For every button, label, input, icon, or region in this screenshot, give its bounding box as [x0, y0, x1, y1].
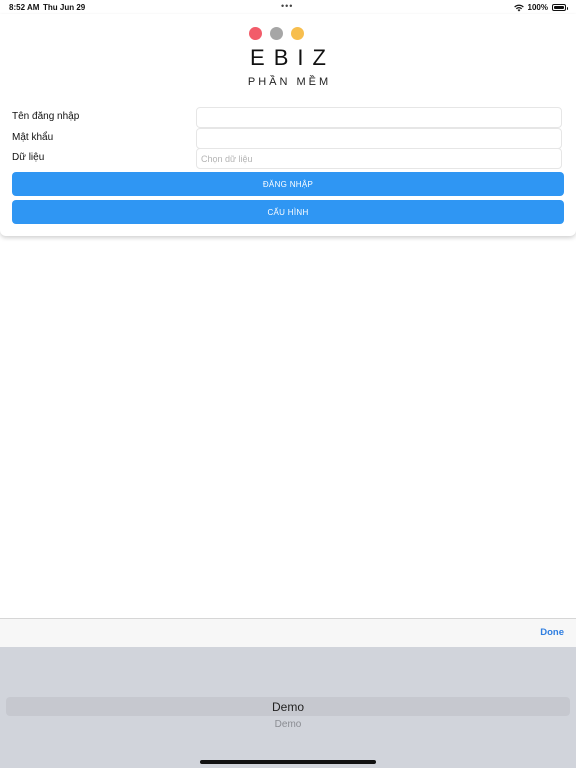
logo-subtitle: PHẦN MỀM [247, 76, 332, 88]
status-indicators: 100% [513, 3, 568, 12]
password-row: Mật khẩu [0, 128, 576, 149]
logo-dot-yellow [291, 27, 304, 40]
picker-toolbar: Done [0, 618, 576, 647]
config-button[interactable]: CẤU HÌNH [12, 200, 564, 224]
username-input[interactable] [196, 107, 562, 128]
battery-fill [554, 6, 564, 9]
password-input[interactable] [196, 128, 562, 149]
logo-dots [249, 26, 309, 40]
done-button[interactable]: Done [540, 627, 564, 638]
database-row: Dữ liệu [0, 148, 576, 169]
login-card: EBIZ PHẦN MỀM Tên đăng nhập Mật khẩu Dữ … [0, 14, 576, 236]
username-label: Tên đăng nhập [12, 111, 80, 122]
database-label: Dữ liệu [12, 152, 45, 163]
picker-option[interactable]: Demo [0, 719, 576, 730]
battery-percent: 100% [527, 3, 548, 12]
database-select-input[interactable] [196, 148, 562, 169]
logo-dot-gray [270, 27, 283, 40]
status-time: 8:52 AM [9, 3, 40, 12]
status-date: Thu Jun 29 [43, 3, 86, 12]
login-button[interactable]: ĐĂNG NHẬP [12, 172, 564, 196]
login-screen: 8:52 AM Thu Jun 29 ••• 100% EBIZ PHẦN MỀ… [0, 0, 576, 768]
picker-option-selected[interactable]: Demo [0, 700, 576, 714]
logo-dot-red [249, 27, 262, 40]
wifi-icon [513, 4, 524, 11]
multitasking-dots-icon[interactable]: ••• [281, 1, 293, 11]
home-indicator[interactable] [200, 760, 376, 764]
password-label: Mật khẩu [12, 132, 54, 143]
logo-title: EBIZ [250, 45, 335, 70]
status-bar: 8:52 AM Thu Jun 29 ••• 100% [0, 0, 576, 14]
battery-icon [552, 4, 568, 11]
username-row: Tên đăng nhập [0, 107, 576, 128]
database-picker[interactable]: Demo Demo [0, 647, 576, 768]
